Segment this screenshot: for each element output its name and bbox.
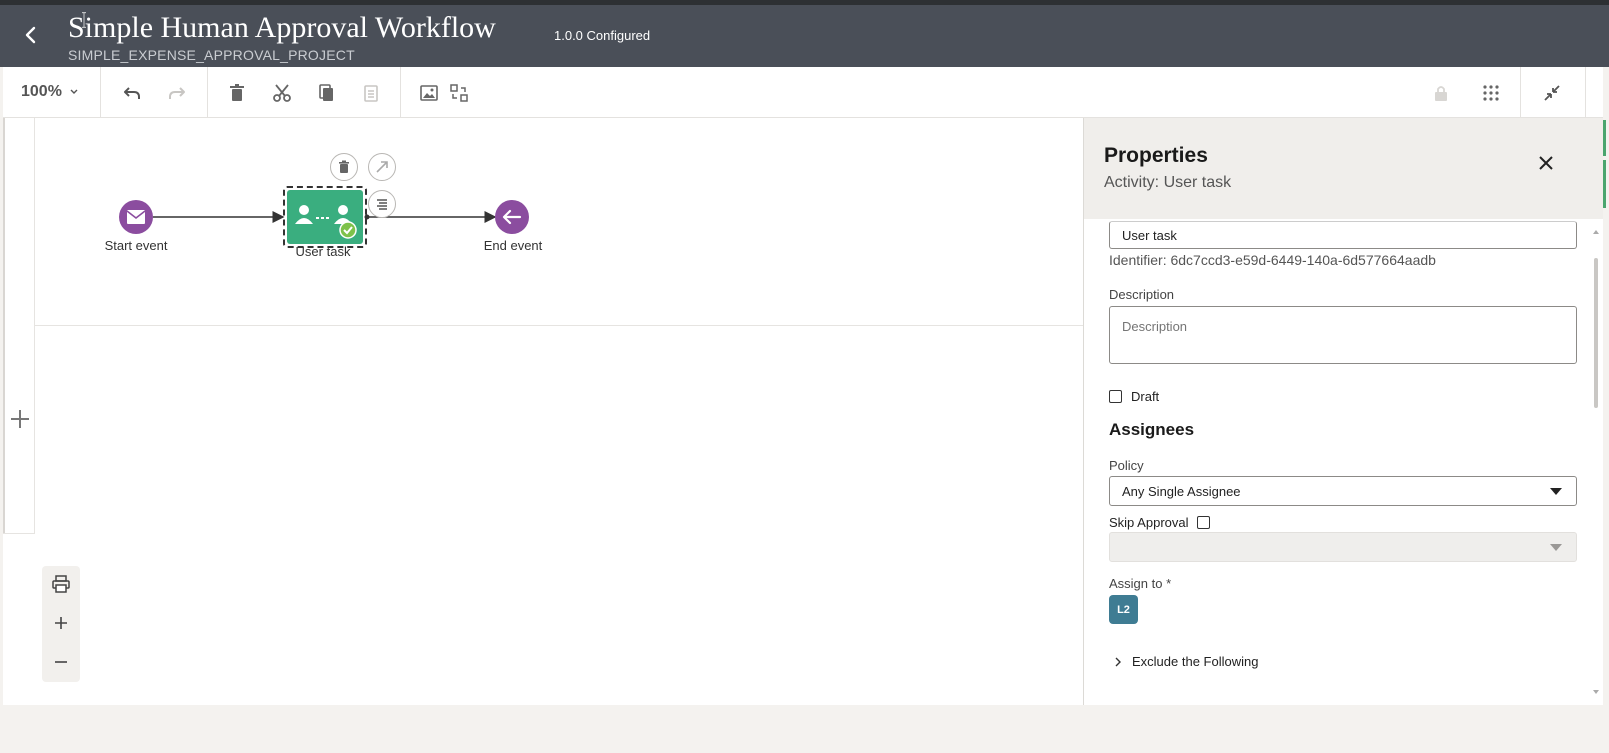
envelope-icon [126,210,146,224]
end-event-label: End event [483,238,543,253]
assignees-heading: Assignees [1109,420,1195,439]
layout-icon [450,84,468,102]
export-image-button[interactable] [415,79,443,107]
policy-value: Any Single Assignee [1122,483,1241,499]
scroll-up-icon [1593,230,1599,234]
redo-button[interactable] [163,79,191,107]
properties-subtitle: Activity: User task [1104,174,1232,191]
delete-node-button[interactable] [330,153,358,181]
description-label: Description [1109,287,1175,302]
back-button[interactable] [18,22,44,48]
sequence-flows [153,211,497,223]
grid-button[interactable] [1477,79,1505,107]
cut-button[interactable] [268,79,296,107]
undo-icon [124,87,140,99]
plus-icon [55,617,67,629]
skip-approval-checkbox[interactable] [1197,516,1210,529]
description-textarea[interactable] [1109,306,1577,364]
project-name: SIMPLE_EXPENSE_APPROVAL_PROJECT [68,47,355,63]
identifier-text: Identifier: 6dc7ccd3-e59d-6449-140a-6d57… [1109,252,1436,268]
dropdown-arrow-icon [1550,488,1562,495]
toolbar-divider [207,67,208,118]
app-header: Simple Human Approval Workflow 1.0.0 Con… [0,5,1609,67]
auto-layout-button[interactable] [445,79,473,107]
paste-button[interactable] [357,79,385,107]
end-event-node[interactable] [495,200,529,234]
trash-icon [230,84,244,101]
toolbar-divider [100,67,101,118]
zoom-level: 100% [21,83,62,100]
policy-select[interactable]: Any Single Assignee [1109,476,1577,506]
user-task-node[interactable] [287,190,363,244]
collapse-icon [1544,85,1560,101]
close-properties-button[interactable] [1535,152,1557,174]
printer-icon [52,575,70,593]
scroll-thumb[interactable] [1594,258,1598,408]
properties-form: Identifier: 6dc7ccd3-e59d-6449-140a-6d57… [1084,219,1603,705]
scissors-icon [273,84,291,102]
lock-icon [1435,86,1447,101]
diagram-canvas[interactable]: Start event User task End event [3,118,1083,705]
scroll-down-icon [1593,690,1599,694]
version-status: 1.0.0 Configured [554,28,651,43]
properties-title: Properties [1104,144,1208,167]
start-event-label: Start event [104,238,168,253]
swimlane-border [3,533,35,534]
chevron-right-icon [1115,657,1121,666]
zoom-select[interactable]: 100% [21,83,79,101]
editor-toolbar: 100% [3,67,1609,118]
image-icon [420,85,438,101]
close-icon [1539,156,1553,170]
workflow-title: Simple Human Approval Workflow [68,11,496,44]
draft-label: Draft [1131,389,1160,404]
zoom-out-button[interactable] [49,650,73,674]
add-lane-button[interactable] [9,408,31,430]
list-icon [377,199,387,210]
skip-approval-label: Skip Approval [1109,515,1189,530]
user-task-label: User task [295,244,351,259]
plus-icon [11,410,29,428]
chevron-down-icon [70,89,78,94]
toolbar-divider [400,67,401,118]
skip-approval-select[interactable] [1109,532,1577,562]
draft-checkbox[interactable] [1109,390,1122,403]
status-indicator [1603,160,1606,208]
clipboard-icon [364,85,378,102]
collapse-panel-button[interactable] [1538,79,1566,107]
properties-panel: Properties Activity: User task Identifie… [1083,118,1603,705]
copy-icon [319,84,333,101]
properties-header: Properties Activity: User task [1084,118,1603,219]
zoom-in-button[interactable] [49,611,73,635]
policy-label: Policy [1109,458,1144,473]
connect-node-button[interactable] [368,153,396,181]
status-indicator [1603,120,1606,156]
grid-icon [1483,85,1499,101]
arrow-left-icon [502,209,522,225]
arrow-diagonal-icon [376,161,388,173]
trash-icon [339,160,349,173]
toolbar-divider [1585,67,1586,118]
canvas-zoom-controls [42,566,80,682]
toolbar-divider [1520,67,1521,118]
properties-scrollbar[interactable] [1591,220,1601,700]
name-input[interactable] [1109,221,1577,249]
node-menu-button[interactable] [368,190,396,218]
lock-button[interactable] [1427,79,1455,107]
assign-to-label: Assign to * [1109,576,1172,591]
chevron-left-icon [25,26,36,44]
print-button[interactable] [49,572,73,596]
start-event-node[interactable] [119,200,153,234]
users-icon [295,205,357,239]
undo-button[interactable] [118,79,146,107]
text-cursor-icon [82,12,86,28]
dropdown-arrow-icon [1550,544,1562,551]
copy-button[interactable] [313,79,341,107]
exclude-following-toggle[interactable]: Exclude the Following [1114,654,1258,669]
minus-icon [55,661,67,663]
delete-button[interactable] [223,79,251,107]
exclude-following-label: Exclude the Following [1132,654,1259,669]
assignee-badge[interactable]: L2 [1109,595,1138,624]
redo-icon [169,87,185,99]
canvas-footer [3,705,1083,753]
